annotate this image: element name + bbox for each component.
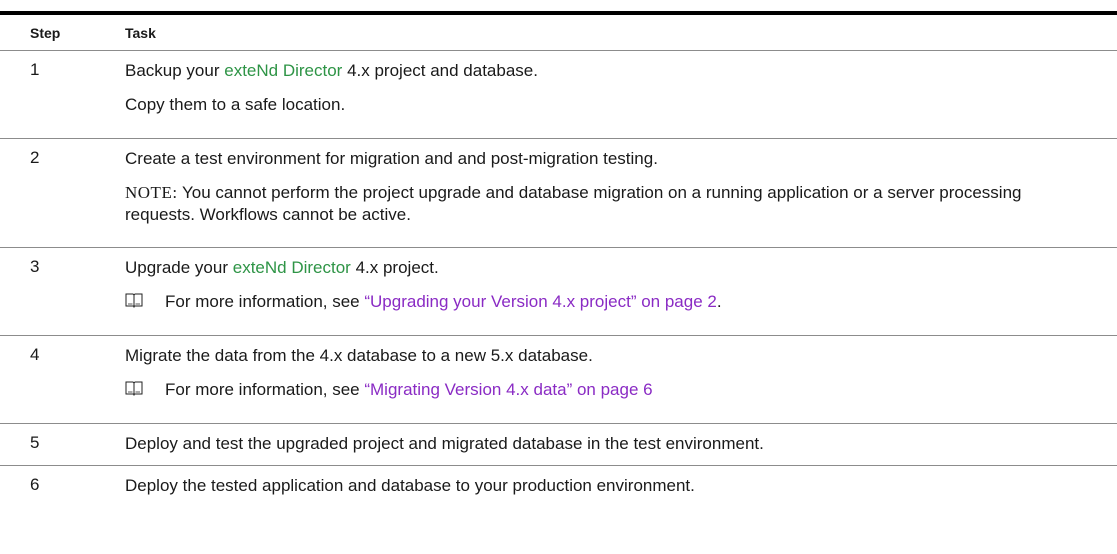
table-row: 1 Backup your exteNd Director 4.x projec… <box>0 51 1117 139</box>
cross-reference: For more information, see “Upgrading you… <box>125 291 1087 313</box>
note-text: You cannot perform the project upgrade a… <box>125 183 1022 224</box>
task-line: Migrate the data from the 4.x database t… <box>125 346 593 365</box>
reference-text: For more information, see <box>165 380 365 399</box>
task-line: Deploy and test the upgraded project and… <box>125 434 764 453</box>
step-number: 5 <box>30 433 40 452</box>
task-cell: Backup your exteNd Director 4.x project … <box>125 60 1087 116</box>
book-icon <box>125 381 143 397</box>
reference-text: For more information, see <box>165 292 365 311</box>
product-name-link[interactable]: exteNd Director <box>233 258 351 277</box>
task-cell: Migrate the data from the 4.x database t… <box>125 345 1087 401</box>
cross-reference-link[interactable]: “Upgrading your Version 4.x project” on … <box>364 292 716 311</box>
product-name-link[interactable]: exteNd Director <box>224 61 342 80</box>
task-text: 4.x project and database. <box>342 61 538 80</box>
step-number: 4 <box>30 345 40 364</box>
column-header-step: Step <box>30 25 61 41</box>
table-row: 2 Create a test environment for migratio… <box>0 139 1117 248</box>
column-header-task: Task <box>125 25 156 41</box>
task-cell: Create a test environment for migration … <box>125 148 1087 226</box>
task-line: Deploy the tested application and databa… <box>125 476 695 495</box>
note: NOTE: You cannot perform the project upg… <box>125 182 1087 226</box>
task-line: Backup your exteNd Director 4.x project … <box>125 60 1087 82</box>
table-row: 6 Deploy the tested application and data… <box>0 466 1117 507</box>
task-cell: Deploy the tested application and databa… <box>125 475 1087 497</box>
reference-text: . <box>716 292 722 311</box>
task-line: Create a test environment for migration … <box>125 149 658 168</box>
task-line: Upgrade your exteNd Director 4.x project… <box>125 257 1087 279</box>
procedure-table: Step Task 1 Backup your exteNd Director … <box>0 11 1117 507</box>
task-text: 4.x project. <box>350 258 439 277</box>
task-cell: Upgrade your exteNd Director 4.x project… <box>125 257 1087 313</box>
table-row: 5 Deploy and test the upgraded project a… <box>0 424 1117 466</box>
task-line: Copy them to a safe location. <box>125 95 346 114</box>
note-label: NOTE: <box>125 183 178 202</box>
step-number: 1 <box>30 60 40 79</box>
step-number: 2 <box>30 148 40 167</box>
cross-reference: For more information, see “Migrating Ver… <box>125 379 1087 401</box>
table-row: 4 Migrate the data from the 4.x database… <box>0 336 1117 424</box>
table-row: 3 Upgrade your exteNd Director 4.x proje… <box>0 248 1117 336</box>
step-number: 3 <box>30 257 40 276</box>
task-text: Upgrade your <box>125 258 233 277</box>
task-cell: Deploy and test the upgraded project and… <box>125 433 1087 455</box>
task-text: Backup your <box>125 61 225 80</box>
book-icon <box>125 293 143 309</box>
step-number: 6 <box>30 475 40 494</box>
table-header-row: Step Task <box>0 15 1117 51</box>
cross-reference-link[interactable]: “Migrating Version 4.x data” on page 6 <box>364 380 652 399</box>
